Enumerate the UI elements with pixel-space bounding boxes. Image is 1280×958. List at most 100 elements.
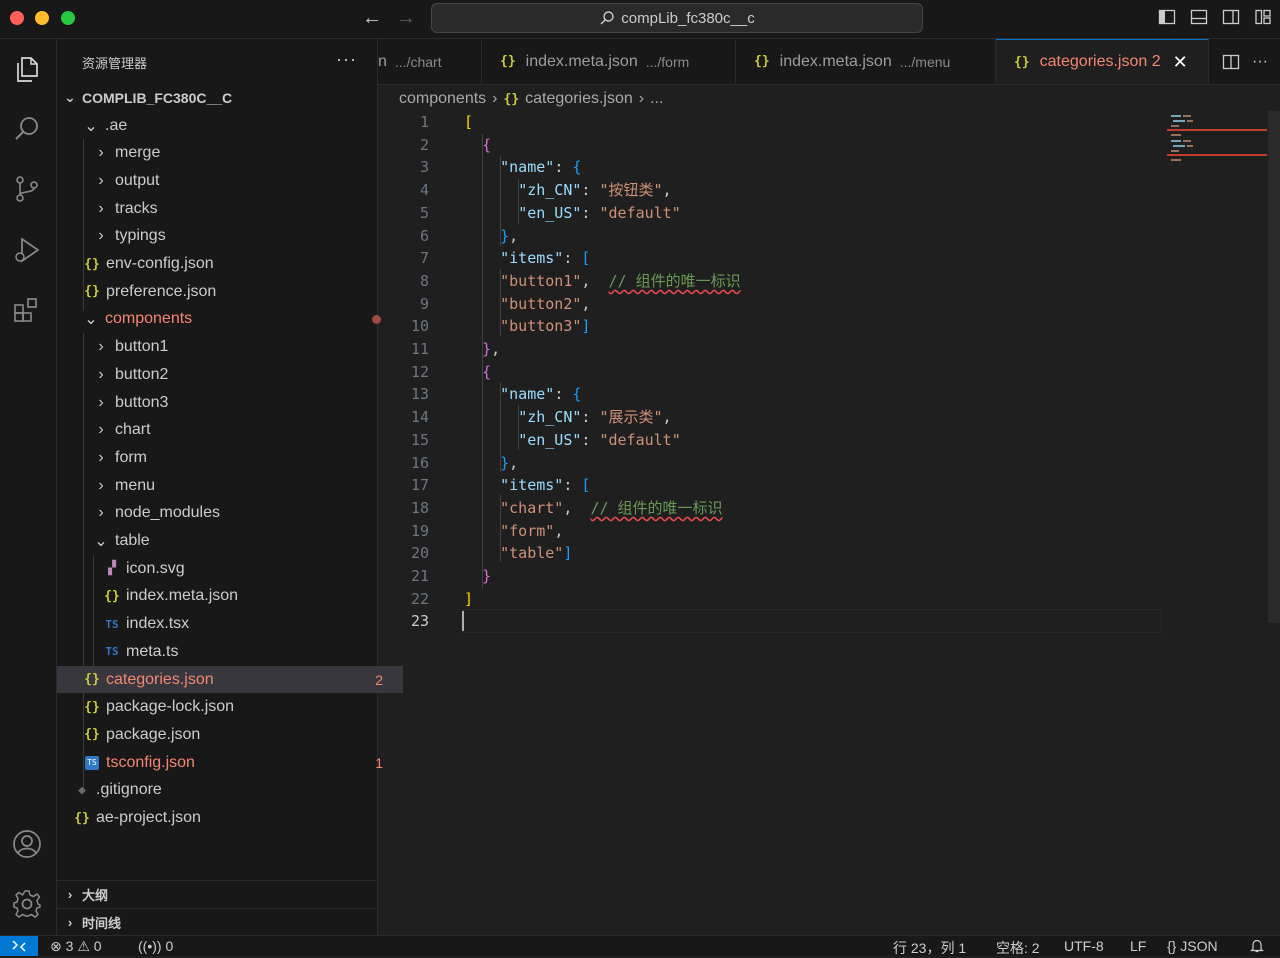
indent-guide xyxy=(500,156,501,246)
tree-item-label: typings xyxy=(115,227,166,245)
tree-item-tracks[interactable]: › tracks xyxy=(57,195,413,222)
explorer-more-actions-icon[interactable]: ··· xyxy=(336,49,357,70)
explorer-icon[interactable] xyxy=(10,52,44,86)
source-control-icon[interactable] xyxy=(10,172,44,206)
search-icon[interactable] xyxy=(10,112,44,146)
code-editor[interactable]: 1[2 {3 "name": {4 "zh_CN": "按钮类", 5 "en_U… xyxy=(378,111,1168,931)
minimap[interactable] xyxy=(1165,111,1269,171)
run-and-debug-icon[interactable] xyxy=(10,233,44,267)
tree-item-merge[interactable]: › merge xyxy=(57,140,413,167)
code-line: 18 "chart", // 组件的唯一标识 xyxy=(378,497,1168,520)
editor-more-actions-icon[interactable]: ··· xyxy=(1252,53,1268,71)
outline-section[interactable]: › 大纲 xyxy=(57,880,377,908)
json-file-icon: {} xyxy=(84,256,100,272)
remote-indicator-icon[interactable] xyxy=(0,936,38,956)
tree-item-components[interactable]: ⌄ components xyxy=(57,306,403,333)
tree-item-output[interactable]: › output xyxy=(57,167,413,194)
tree-item-label: preference.json xyxy=(106,282,217,300)
encoding-status[interactable]: UTF-8 xyxy=(1064,938,1104,954)
tree-item-meta-ts[interactable]: TS meta.ts xyxy=(57,638,423,665)
tree-item-button1[interactable]: › button1 xyxy=(57,334,413,361)
tab-label: index.meta.json xyxy=(525,52,638,70)
breadcrumb-folder[interactable]: components xyxy=(399,90,486,108)
tree-item-package-lock-json[interactable]: {} package-lock.json xyxy=(57,694,403,721)
tree-item-form[interactable]: › form xyxy=(57,444,413,471)
breadcrumb-symbol[interactable]: ... xyxy=(650,90,663,108)
chevron-right-icon: › xyxy=(98,171,104,189)
tree-item-package-json[interactable]: {} package.json xyxy=(57,721,403,748)
extensions-icon[interactable] xyxy=(10,293,44,327)
minimize-window-button[interactable] xyxy=(35,11,49,25)
code-line: 20 "table"] xyxy=(378,542,1168,565)
chevron-right-icon: › xyxy=(67,887,73,902)
tree-item-index-tsx[interactable]: TS index.tsx xyxy=(57,611,423,638)
tree-item-table[interactable]: ⌄ table xyxy=(57,528,413,555)
workspace-root-folder[interactable]: ⌄ COMPLIB_FC380C__C xyxy=(57,84,382,111)
line-content: "chart", // 组件的唯一标识 xyxy=(500,498,723,517)
chevron-right-icon: › xyxy=(98,365,104,383)
toggle-primary-sidebar-icon[interactable] xyxy=(1158,8,1176,26)
tree-item-label: menu xyxy=(115,476,156,494)
line-number: 2 xyxy=(419,135,429,154)
error-count: 3 xyxy=(65,938,74,954)
maximize-window-button[interactable] xyxy=(61,11,75,25)
breadcrumb-file[interactable]: categories.json xyxy=(525,90,633,108)
line-number: 20 xyxy=(410,544,429,563)
language-mode-status[interactable]: {} JSON xyxy=(1167,938,1218,954)
tree-item-env-config-json[interactable]: {} env-config.json xyxy=(57,251,403,278)
tree-item-label: ae-project.json xyxy=(96,809,201,826)
line-content: "zh_CN": "展示类", xyxy=(518,408,672,427)
indentation-status[interactable]: 空格: 2 xyxy=(996,938,1040,958)
warning-icon: ⚠ xyxy=(77,938,90,954)
timeline-section[interactable]: › 时间线 xyxy=(57,908,377,936)
cursor-position-status[interactable]: 行 23，列 1 xyxy=(893,938,966,958)
tab-menu-index-meta[interactable]: {} index.meta.json .../menu xyxy=(736,39,996,84)
tab-categories-json[interactable]: {} categories.json 2 ✕ xyxy=(996,39,1209,84)
split-editor-icon[interactable] xyxy=(1222,53,1240,71)
tree-item-index-meta-json[interactable]: {} index.meta.json xyxy=(57,583,423,610)
tree-item-categories-json[interactable]: {} categories.json 2 xyxy=(57,666,403,693)
toggle-panel-icon[interactable] xyxy=(1190,8,1208,26)
close-tab-icon[interactable]: ✕ xyxy=(1173,52,1188,73)
tree-item-icon-svg[interactable]: ▞ icon.svg xyxy=(57,555,423,582)
tab-chart-index-meta[interactable]: n .../chart xyxy=(378,39,482,84)
close-window-button[interactable] xyxy=(10,11,24,25)
command-center-search[interactable]: compLib_fc380c__c xyxy=(431,3,923,33)
tree-item-preference-json[interactable]: {} preference.json xyxy=(57,278,403,305)
back-arrow-icon[interactable]: ← xyxy=(362,7,382,30)
accounts-icon[interactable] xyxy=(10,827,44,861)
tree-item-gitignore[interactable]: ◆ .gitignore xyxy=(57,777,393,804)
chevron-right-icon: › xyxy=(98,421,104,439)
tree-item-ae-project-json[interactable]: {} ae-project.json xyxy=(57,805,393,832)
tree-item-typings[interactable]: › typings xyxy=(57,223,413,250)
tree-item-tsconfig-json[interactable]: TS tsconfig.json 1 xyxy=(57,749,403,776)
forward-arrow-icon[interactable]: → xyxy=(396,7,416,30)
eol-status[interactable]: LF xyxy=(1130,938,1146,954)
editor-scrollbar[interactable] xyxy=(1268,111,1280,623)
tree-item-chart[interactable]: › chart xyxy=(57,417,413,444)
chevron-right-icon: › xyxy=(98,338,104,356)
ports-status[interactable]: ((•)) 0 xyxy=(138,938,173,954)
code-line: 21 } xyxy=(378,565,1168,588)
notifications-bell-icon[interactable] xyxy=(1250,938,1264,956)
line-number: 7 xyxy=(419,249,429,268)
tree-item-button2[interactable]: › button2 xyxy=(57,361,413,388)
tree-item-button3[interactable]: › button3 xyxy=(57,389,413,416)
tree-item-menu[interactable]: › menu xyxy=(57,472,413,499)
settings-gear-icon[interactable] xyxy=(10,887,44,921)
status-bar: ⊗ 3 ⚠ 0 ((•)) 0 行 23，列 1 空格: 2 UTF-8 LF … xyxy=(0,935,1280,956)
git-file-icon: ◆ xyxy=(78,782,86,798)
tree-item-ae[interactable]: ⌄ .ae xyxy=(57,112,403,139)
typescript-file-icon: TS xyxy=(105,645,119,659)
indent-guide xyxy=(500,269,501,336)
line-number: 6 xyxy=(419,226,429,245)
line-number: 19 xyxy=(410,521,429,540)
tab-form-index-meta[interactable]: {} index.meta.json .../form xyxy=(482,39,736,84)
toggle-secondary-sidebar-icon[interactable] xyxy=(1222,8,1240,26)
problems-status[interactable]: ⊗ 3 ⚠ 0 xyxy=(50,938,102,955)
tree-item-node-modules[interactable]: › node_modules xyxy=(57,500,413,527)
line-number: 21 xyxy=(410,567,429,585)
tree-item-label: meta.ts xyxy=(126,642,179,660)
json-language-icon: {} xyxy=(1167,938,1177,954)
customize-layout-icon[interactable] xyxy=(1254,8,1272,26)
